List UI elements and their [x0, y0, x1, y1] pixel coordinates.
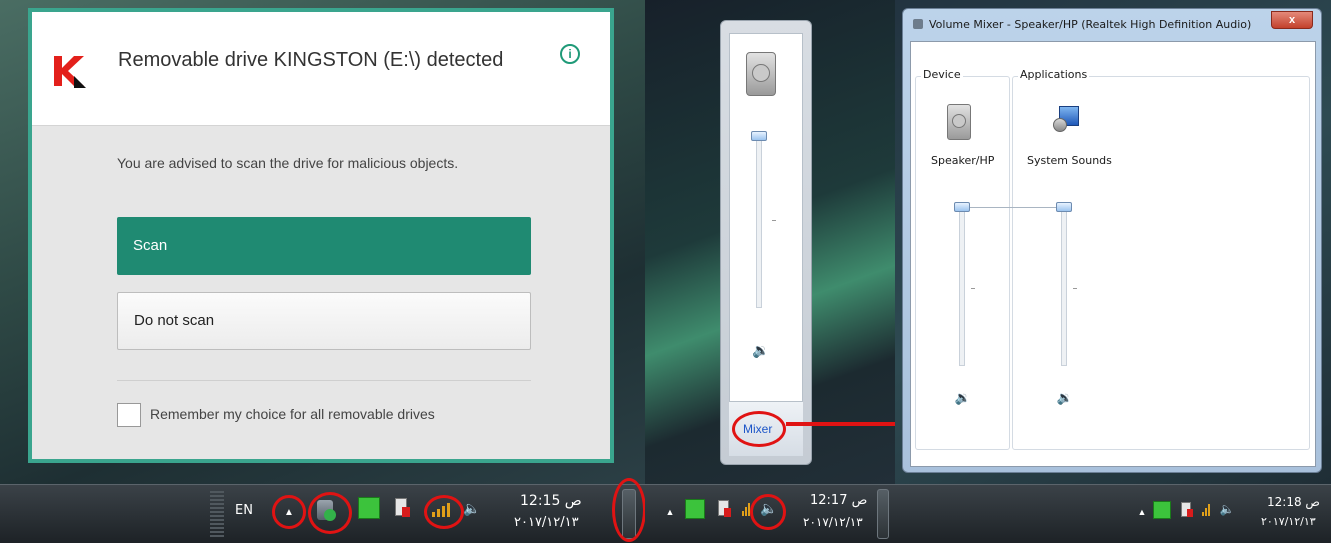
volume-thumb[interactable] — [751, 131, 767, 141]
device-volume-track[interactable] — [959, 210, 965, 366]
device-group-label: Device — [921, 68, 963, 81]
info-icon[interactable]: i — [560, 44, 580, 64]
device-volume-thumb[interactable] — [954, 202, 970, 212]
close-button[interactable]: x — [1271, 11, 1313, 29]
volume-icon[interactable]: 🔈 — [462, 499, 482, 519]
notification-header: Removable drive KINGSTON (E:\) detected … — [32, 12, 610, 126]
annotation-circle — [732, 411, 786, 447]
annotation-circle — [612, 478, 645, 542]
speaker-device-icon[interactable] — [947, 104, 971, 140]
volume-icon[interactable]: 🔈 — [1217, 499, 1237, 519]
app-volume-track[interactable] — [1061, 210, 1067, 366]
power-icon[interactable] — [392, 495, 410, 519]
clock-time[interactable]: 12:18 ص — [1267, 495, 1320, 509]
volume-popup: 🔉 Mixer — [720, 20, 812, 465]
slider-link-line — [967, 207, 1063, 208]
remember-checkbox[interactable] — [117, 403, 141, 427]
divider — [117, 380, 531, 381]
annotation-circle — [272, 495, 306, 529]
mute-volume-icon[interactable]: 🔉 — [750, 340, 772, 360]
volume-track[interactable] — [756, 136, 762, 308]
device-name: Speaker/HP — [931, 154, 995, 167]
annotation-circle — [750, 494, 786, 530]
tick — [971, 288, 975, 289]
power-icon[interactable] — [1179, 499, 1193, 519]
notification-message: You are advised to scan the drive for ma… — [117, 155, 459, 171]
taskbar-grip — [210, 491, 224, 539]
window-icon — [913, 19, 923, 29]
show-desktop-button[interactable] — [877, 489, 889, 539]
language-indicator[interactable]: EN — [235, 503, 253, 518]
volume-mixer-window: Volume Mixer - Speaker/HP (Realtek High … — [902, 8, 1322, 473]
do-not-scan-button[interactable]: Do not scan — [117, 292, 531, 350]
panel-kaspersky: Removable drive KINGSTON (E:\) detected … — [0, 0, 645, 543]
taskbar: ▲ 🔈 12:18 ص ٢٠١٧/١٢/١٣ — [895, 484, 1331, 543]
clock-time[interactable]: 12:15 ص — [520, 493, 582, 509]
annotation-circle — [424, 495, 464, 529]
app-mute-icon[interactable]: 🔉 — [1055, 389, 1075, 407]
clock-date[interactable]: ٢٠١٧/١٢/١٣ — [1261, 515, 1316, 528]
tick — [772, 220, 776, 221]
clock-date[interactable]: ٢٠١٧/١٢/١٣ — [514, 515, 579, 530]
app-name: System Sounds — [1027, 154, 1112, 167]
notification-title: Removable drive KINGSTON (E:\) detected — [118, 49, 504, 71]
scan-button[interactable]: Scan — [117, 217, 531, 275]
clock-time[interactable]: 12:17 ص — [810, 493, 867, 508]
annotation-circle — [308, 492, 352, 534]
app-volume-thumb[interactable] — [1056, 202, 1072, 212]
mixer-body: Device Applications Speaker/HP System So… — [910, 41, 1316, 467]
show-hidden-icons-icon[interactable]: ▲ — [1135, 505, 1149, 519]
show-hidden-icons-icon[interactable]: ▲ — [663, 505, 677, 519]
system-sounds-icon[interactable] — [1053, 104, 1083, 134]
applications-group-label: Applications — [1018, 68, 1090, 81]
window-title: Volume Mixer - Speaker/HP (Realtek High … — [929, 18, 1252, 31]
panel-volume-mixer: Volume Mixer - Speaker/HP (Realtek High … — [895, 0, 1331, 543]
signal-icon[interactable] — [1199, 501, 1213, 519]
volume-popup-body: 🔉 — [729, 33, 803, 456]
network-icon[interactable] — [358, 497, 380, 519]
speaker-device-icon[interactable] — [746, 52, 776, 96]
network-icon[interactable] — [1153, 501, 1171, 519]
tick — [1073, 288, 1077, 289]
clock-date[interactable]: ٢٠١٧/١٢/١٣ — [803, 515, 863, 529]
network-icon[interactable] — [685, 499, 705, 519]
panel-volume-popup: 🔉 Mixer ▲ 🔈 12:17 ص ٢٠١٧/١٢/١٣ — [645, 0, 895, 543]
device-mute-icon[interactable]: 🔉 — [953, 389, 973, 407]
kaspersky-logo-icon — [54, 56, 86, 88]
power-icon[interactable] — [715, 497, 731, 519]
remember-label[interactable]: Remember my choice for all removable dri… — [150, 406, 435, 422]
kaspersky-notification: Removable drive KINGSTON (E:\) detected … — [28, 8, 614, 463]
